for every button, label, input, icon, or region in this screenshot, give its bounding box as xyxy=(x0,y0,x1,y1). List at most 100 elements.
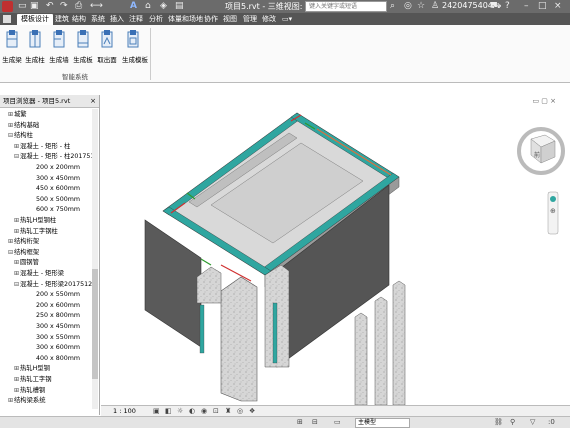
tree-leaf[interactable]: 300 x 550mm xyxy=(30,333,80,342)
tree-node[interactable]: ⊞结构基础 xyxy=(8,121,39,130)
ribbon-collapse-icon[interactable]: ▭▾ xyxy=(282,14,292,25)
tree-node-label: 混凝土 - 矩形梁2017512层 xyxy=(20,280,99,288)
tab-massing-site[interactable]: 体量和场地 xyxy=(168,14,203,25)
tab-structure[interactable]: 结构 xyxy=(72,14,86,25)
tree-node[interactable]: ⊟混凝土 - 矩形梁2017512层 xyxy=(14,280,98,289)
workset-icon[interactable]: ⊞ xyxy=(297,418,303,426)
tab-modify[interactable]: 修改 xyxy=(262,14,276,25)
scale-label[interactable]: 1 : 100 xyxy=(113,407,136,415)
tree-leaf[interactable]: 300 x 450mm xyxy=(30,322,80,331)
tree-leaf[interactable]: 200 x 550mm xyxy=(30,290,80,299)
save-icon[interactable]: ▣ xyxy=(30,1,39,12)
tree-node[interactable]: ⊞城繁 xyxy=(8,110,27,119)
hide-isolate-icon[interactable]: ◎ xyxy=(237,407,243,415)
generate-column-button[interactable]: 生成柱 xyxy=(24,28,46,68)
column-formwork xyxy=(272,302,278,364)
close-icon[interactable]: × xyxy=(90,95,96,108)
redo-icon[interactable]: ↷ xyxy=(60,1,68,12)
editable-icon[interactable]: ▭ xyxy=(334,418,341,426)
tab-template-design[interactable]: 模板设计 xyxy=(17,14,53,25)
tab-architecture[interactable]: 建筑 xyxy=(55,14,69,25)
maximize-icon[interactable]: □ xyxy=(538,1,547,12)
tree-node[interactable]: ⊞混凝土 - 矩形梁 xyxy=(14,269,64,278)
tree-node[interactable]: ⊞热轧工字钢 xyxy=(14,375,51,384)
section-icon[interactable]: ◈ xyxy=(160,1,167,12)
filter-icon[interactable]: ▽ xyxy=(530,418,535,426)
tab-systems[interactable]: 系统 xyxy=(91,14,105,25)
reveal-icon[interactable]: ❖ xyxy=(249,407,255,415)
print-icon[interactable]: ⎙ xyxy=(75,1,82,12)
shadows-icon[interactable]: ◐ xyxy=(189,407,195,415)
tab-analyze[interactable]: 分析 xyxy=(149,14,163,25)
active-model-field[interactable]: 主模型 xyxy=(355,418,410,428)
user-id[interactable]: 2420475404 xyxy=(442,1,493,10)
text-icon[interactable]: A xyxy=(130,1,137,12)
select-pinned-icon[interactable]: ⚲ xyxy=(510,418,515,426)
tree-leaf[interactable]: 400 x 800mm xyxy=(30,354,80,363)
communication-icon[interactable]: ☆ xyxy=(417,1,425,12)
tab-annotate[interactable]: 注释 xyxy=(129,14,143,25)
tree-node[interactable]: ⊞热轧H型钢柱 xyxy=(14,216,56,225)
tree-leaf[interactable]: 200 x 200mm xyxy=(30,163,80,172)
user-icon[interactable]: ♙ xyxy=(431,1,439,12)
tree-node[interactable]: ⊞结构梁系统 xyxy=(8,396,45,405)
app-logo-icon[interactable] xyxy=(2,1,13,12)
tree-node[interactable]: ⊟混凝土 - 矩形 - 柱2017512 xyxy=(14,152,98,161)
tree-leaf[interactable]: 200 x 600mm xyxy=(30,301,80,310)
tab-view[interactable]: 视图 xyxy=(223,14,237,25)
subscription-icon[interactable]: ◎ xyxy=(404,1,412,12)
tree-node[interactable]: ⊞混凝土 - 矩形 - 柱 xyxy=(14,142,70,151)
design-options-icon[interactable]: ⊟ xyxy=(312,418,318,426)
extract-face-button[interactable]: 取出面 xyxy=(96,28,118,68)
tab-app-menu[interactable] xyxy=(3,15,11,23)
model-canvas[interactable]: 前 ⊕ xyxy=(101,95,570,405)
tree-node[interactable]: ⊟结构柱 xyxy=(8,131,33,140)
tree-leaf[interactable]: 500 x 500mm xyxy=(30,195,80,204)
help-icon[interactable]: ? xyxy=(505,1,510,12)
open-icon[interactable]: ▭ xyxy=(18,1,27,12)
tree-node[interactable]: ⊞圆钢管 xyxy=(14,258,39,267)
search-input[interactable]: 键入关键字或短语 xyxy=(305,1,387,12)
tree-node[interactable]: ⊞结构桁架 xyxy=(8,237,39,246)
tree-leaf[interactable]: 450 x 600mm xyxy=(30,184,80,193)
browser-scroll-thumb[interactable] xyxy=(92,269,98,379)
tree-leaf[interactable]: 300 x 600mm xyxy=(30,343,80,352)
close-views-icon[interactable]: ▤ xyxy=(175,1,184,12)
generate-wall-button[interactable]: 生成墙 xyxy=(48,28,70,68)
generate-beam-button[interactable]: 生成梁 xyxy=(1,28,23,68)
sun-path-icon[interactable]: ☼ xyxy=(177,407,183,415)
cart-icon[interactable]: ⛟ xyxy=(490,1,501,12)
tree-leaf[interactable]: 600 x 750mm xyxy=(30,205,80,214)
render-icon[interactable]: ◉ xyxy=(201,407,207,415)
measure-icon[interactable]: ⟷ xyxy=(90,1,103,12)
generate-formwork-button[interactable]: 生成模板 xyxy=(122,28,148,68)
3d-view-icon[interactable]: ⌂ xyxy=(145,1,151,12)
3d-viewport[interactable]: ▭ ▢ × 前 ⊕ xyxy=(101,95,570,405)
select-links-icon[interactable]: ⛓ xyxy=(494,418,503,426)
minimize-icon[interactable]: – xyxy=(524,1,529,12)
tree-node[interactable]: ⊞热轧工字钢柱 xyxy=(14,227,58,236)
browser-scrollbar[interactable] xyxy=(92,109,98,409)
crop-icon[interactable]: ⊡ xyxy=(213,407,219,415)
green-edge-marker xyxy=(200,258,212,266)
tree-leaf[interactable]: 300 x 450mm xyxy=(30,174,80,183)
standalone-column xyxy=(374,296,388,405)
lock-icon[interactable]: ♜ xyxy=(225,407,231,415)
detail-level-icon[interactable]: ▣ xyxy=(153,407,160,415)
tree-node-label: 结构桁架 xyxy=(14,238,40,246)
tab-collaborate[interactable]: 协作 xyxy=(204,14,218,25)
tree-node-label: 200 x 200mm xyxy=(36,164,81,171)
tab-manage[interactable]: 管理 xyxy=(243,14,257,25)
view-cube[interactable]: 前 xyxy=(517,127,565,175)
tree-node[interactable]: ⊞热轧槽钢 xyxy=(14,386,45,395)
binoculars-icon[interactable]: ⌕ xyxy=(390,1,395,12)
undo-icon[interactable]: ↶ xyxy=(46,1,54,12)
tree-node[interactable]: ⊞热轧H型钢 xyxy=(14,364,50,373)
close-icon[interactable]: × xyxy=(554,1,562,12)
tree-leaf[interactable]: 250 x 800mm xyxy=(30,311,80,320)
tree-node-label: 300 x 550mm xyxy=(36,333,81,341)
generate-slab-button[interactable]: 生成板 xyxy=(72,28,94,68)
visual-style-icon[interactable]: ◧ xyxy=(165,407,172,415)
tree-node[interactable]: ⊟结构框架 xyxy=(8,248,39,257)
tab-insert[interactable]: 插入 xyxy=(110,14,124,25)
